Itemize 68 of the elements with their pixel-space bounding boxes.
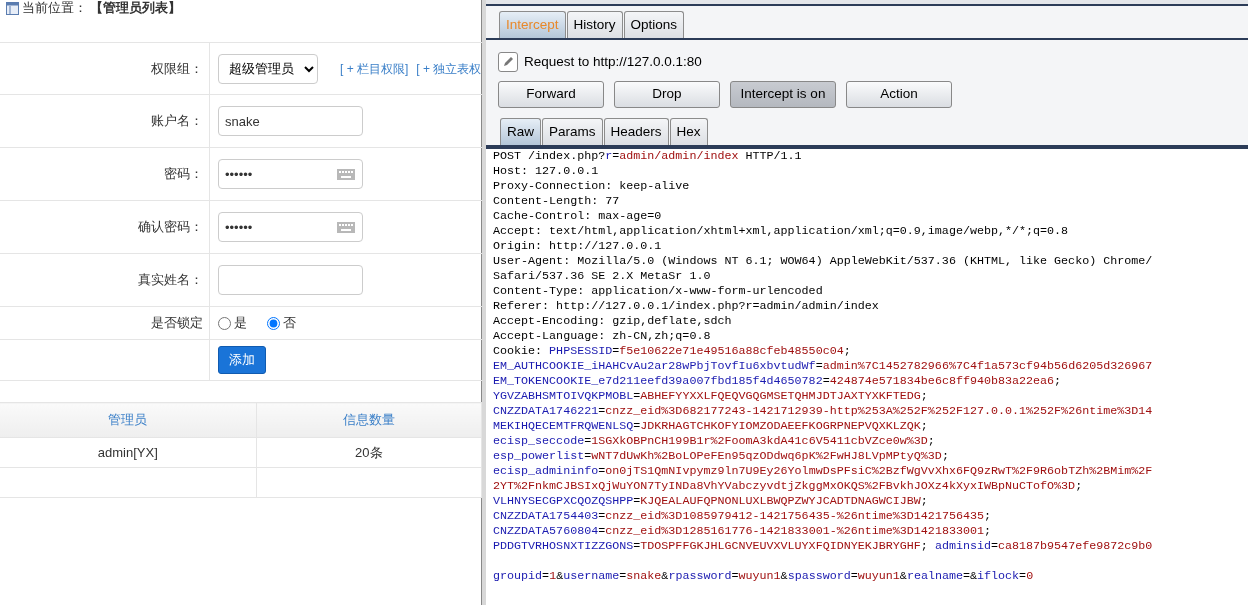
request-line: PDDGTVRHOSNXTIZZGONS=TDOSPFFGKJHLGCNVEUVXVLUYXFQIDNYEKJBRYGHF; adminsid=ca8187b9547efe9872c9b0 xyxy=(493,538,1154,554)
column-header: 信息数量 xyxy=(256,402,482,438)
request-editor[interactable] xyxy=(486,146,1248,605)
request-line: POST /index.php?r=admin/admin/index HTTP/1.1 xyxy=(493,148,803,164)
toolbar-button[interactable]: Action xyxy=(846,80,952,108)
request-line: CNZZDATA5760804=cnzz_eid%3D1285161776-1421833001-%26ntime%3D1421833001; xyxy=(493,523,992,539)
request-line: Content-Length: 77 xyxy=(493,193,621,209)
pencil-icon[interactable] xyxy=(498,52,518,73)
request-line: CNZZDATA1746221=cnzz_eid%3D682177243-1421712939-http%253A%252F%252F127.0.0.1%252F%26ntime%3D14 xyxy=(493,403,1154,419)
request-line: Content-Type: application/x-www-form-urlencoded xyxy=(493,283,824,299)
request-line: CNZZDATA1754403=cnzz_eid%3D1085979412-1421756435-%26ntime%3D1421756435; xyxy=(493,508,992,524)
request-line: User-Agent: Mozilla/5.0 (Windows NT 6.1; WOW64) AppleWebKit/537.36 (KHTML, like Gecko) Chrome/ xyxy=(493,253,1154,269)
keyboard-icon[interactable] xyxy=(337,222,355,233)
request-line: 2YT%2FnkmCJBSIxQjWuYON7TyINDa8VhYVabczyvdtjZkggMxOKQS%2FBvkhJOXz4kXyxIWBpNuCTofO%3D; xyxy=(493,478,1084,494)
add-button[interactable]: 添加 xyxy=(218,346,266,374)
tab[interactable]: Options xyxy=(623,11,685,39)
toolbar-button[interactable]: Drop xyxy=(614,80,720,108)
tab[interactable]: Hex xyxy=(669,117,708,145)
table-cell: 20条 xyxy=(256,437,482,468)
role-select[interactable]: 超级管理员 xyxy=(218,53,318,84)
tab[interactable]: Raw xyxy=(500,117,541,145)
request-line: Proxy-Connection: keep-alive xyxy=(493,178,691,194)
request-line: Host: 127.0.0.1 xyxy=(493,163,600,179)
input-field[interactable]: snake xyxy=(218,106,363,136)
permission-link[interactable]: [ + 独立表权 xyxy=(416,59,482,78)
field-label: 密码： xyxy=(164,165,203,184)
password-field[interactable]: •••••• xyxy=(218,212,363,242)
request-line: ecisp_admininfo=on0jTS1QmNIvpymz9ln7U9Ey26YolmwDsPFsiC%2BzfWgVvXhx6FQ9zRwT%2F9R6obTZh%2BMim%2F xyxy=(493,463,1154,479)
breadcrumb-location: 【管理员列表】 xyxy=(90,0,181,18)
request-target: Request to http://127.0.0.1:80 xyxy=(524,53,702,72)
tab[interactable]: Params xyxy=(542,117,603,145)
list-icon xyxy=(6,1,19,15)
field-label: 权限组： xyxy=(151,59,203,78)
request-line: Origin: http://127.0.0.1 xyxy=(493,238,663,254)
radio-button[interactable] xyxy=(218,316,231,330)
request-line: VLHNYSECGPXCQOZQSHPP=KJQEALAUFQPNONLUXLBWQPZWYJCADTDNAGWCIJBW; xyxy=(493,493,929,509)
column-header: 管理员 xyxy=(0,402,257,438)
tab[interactable]: Headers xyxy=(603,117,669,145)
request-line: Accept-Encoding: gzip,deflate,sdch xyxy=(493,313,733,329)
request-line: MEKIHQECEMTFRQWENLSQ=JDKRHAGTCHKOFYIOMZODAEEFKOGRPNEPVQXKLZQK; xyxy=(493,418,929,434)
radio-button[interactable] xyxy=(267,316,280,330)
field-label: 账户名： xyxy=(151,112,203,131)
request-line: esp_powerlist=wNT7dUwKh%2BoLOPeFEn95qzODdwq6pK%2FwHJ8LVpMPtyQ%3D; xyxy=(493,448,950,464)
breadcrumb-label: 当前位置： xyxy=(22,0,87,18)
radio-label: 是 xyxy=(234,314,247,333)
permission-link[interactable]: [ + 栏目权限] xyxy=(340,59,409,78)
toolbar-button[interactable]: Intercept is on xyxy=(730,80,836,108)
request-line: Referer: http://127.0.0.1/index.php?r=admin/admin/index xyxy=(493,298,880,314)
field-label: 是否锁定 xyxy=(151,314,203,333)
tab[interactable]: History xyxy=(566,11,623,39)
password-field[interactable]: •••••• xyxy=(218,159,363,189)
table-cell: admin[YX] xyxy=(0,437,257,468)
input-field[interactable] xyxy=(218,265,363,295)
request-line: Cache-Control: max-age=0 xyxy=(493,208,663,224)
request-line: EM_TOKENCOOKIE_e7d211eefd39a007fbd185f4d4650782=424874e571834be6c8ff940b83a22ea6; xyxy=(493,373,1063,389)
field-label: 确认密码： xyxy=(138,218,203,237)
request-line: YGVZABHSMTOIVQKPMOBL=ABHEFYYXXLFQEQVGQGMSETQHMJDTJAXTYXKFTEDG; xyxy=(493,388,929,404)
toolbar-button[interactable]: Forward xyxy=(498,80,604,108)
request-line: ecisp_seccode=1SGXkOBPnCH199B1r%2FoomA3kdA41c6V5411cbVZce0w%3D; xyxy=(493,433,936,449)
request-line: Accept: text/html,application/xhtml+xml,application/xml;q=0.9,image/webp,*/*;q=0.8 xyxy=(493,223,1070,239)
radio-label: 否 xyxy=(283,314,296,333)
field-label: 真实姓名： xyxy=(138,271,203,290)
request-line: groupid=1&username=snake&rpassword=wuyun1&spassword=wuyun1&realname=&iflock=0 xyxy=(493,568,1035,584)
keyboard-icon[interactable] xyxy=(337,169,355,180)
request-line: Accept-Language: zh-CN,zh;q=0.8 xyxy=(493,328,712,344)
request-line: EM_AUTHCOOKIE_iHAHCvAu2ar28wPbjTovfIu6xbvtudWf=admin%7C1452782966%7C4f1a573cf94b56d6205d326967 xyxy=(493,358,1154,374)
request-line: Safari/537.36 SE 2.X MetaSr 1.0 xyxy=(493,268,712,284)
request-line: Cookie: PHPSESSID=f5e10622e71e49516a88cfeb48550c04; xyxy=(493,343,852,359)
